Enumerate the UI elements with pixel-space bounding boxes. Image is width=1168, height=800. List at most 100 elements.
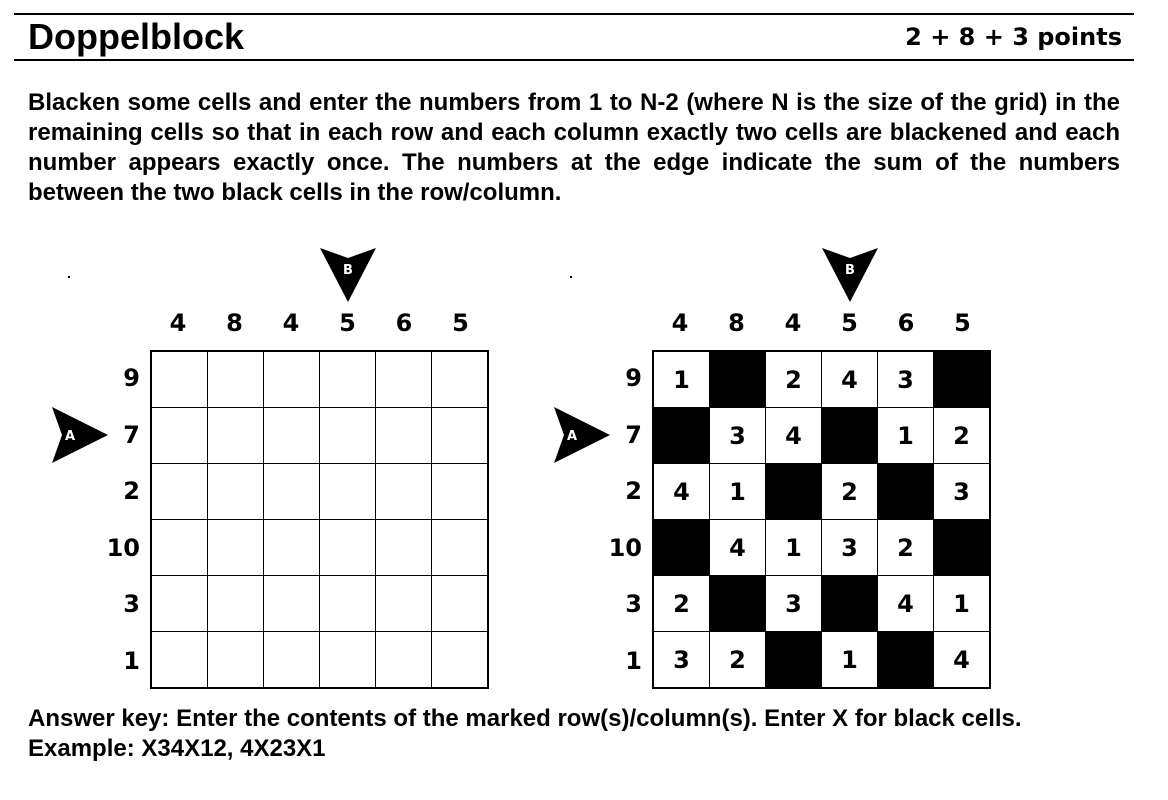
- number-cell: 1: [765, 519, 822, 576]
- empty-cell[interactable]: [207, 463, 264, 520]
- empty-cell[interactable]: [207, 350, 264, 408]
- empty-cell[interactable]: [319, 575, 376, 632]
- empty-cell[interactable]: [375, 350, 432, 408]
- grid-row: [150, 575, 489, 632]
- black-cell: [821, 407, 878, 464]
- black-cell: [933, 519, 991, 576]
- empty-cell[interactable]: [319, 407, 376, 464]
- black-cell: [933, 350, 991, 408]
- empty-cell[interactable]: [431, 407, 489, 464]
- number-cell: 2: [877, 519, 934, 576]
- number-cell: 2: [765, 350, 822, 408]
- column-clue: 4: [671, 309, 689, 337]
- black-cell: [709, 575, 766, 632]
- number-cell: 1: [877, 407, 934, 464]
- empty-cell[interactable]: [263, 407, 320, 464]
- number-cell: 3: [765, 575, 822, 632]
- top-rule: [14, 13, 1134, 15]
- empty-cell[interactable]: [375, 407, 432, 464]
- column-clue: 5: [954, 309, 971, 337]
- number-cell: 3: [821, 519, 878, 576]
- number-cell: 3: [933, 463, 991, 520]
- number-cell: 1: [709, 463, 766, 520]
- number-cell: 4: [652, 463, 710, 520]
- column-clue: 8: [728, 309, 745, 337]
- points-label: 2 + 8 + 3 points: [905, 23, 1122, 51]
- empty-cell[interactable]: [263, 519, 320, 576]
- svg-text:A: A: [65, 429, 75, 444]
- row-clue: 2: [123, 477, 140, 505]
- row-clue: 3: [625, 590, 642, 618]
- grid-row: 1243: [652, 350, 991, 408]
- answer-key-example: Example: X34X12, 4X23X1: [28, 735, 326, 762]
- empty-cell[interactable]: [375, 575, 432, 632]
- empty-cell[interactable]: [150, 519, 208, 576]
- empty-cell[interactable]: [263, 350, 320, 408]
- empty-cell[interactable]: [319, 463, 376, 520]
- number-cell: 2: [709, 631, 766, 689]
- number-cell: 2: [933, 407, 991, 464]
- answer-key-instruction: Answer key: Enter the contents of the ma…: [28, 705, 1022, 732]
- empty-cell[interactable]: [207, 407, 264, 464]
- row-clue: 2: [625, 477, 642, 505]
- row-clue: 9: [625, 364, 642, 392]
- empty-cell[interactable]: [431, 631, 489, 689]
- empty-cell[interactable]: [431, 350, 489, 408]
- empty-cell[interactable]: [319, 519, 376, 576]
- black-cell: [765, 463, 822, 520]
- black-cell: [877, 631, 934, 689]
- black-cell: [765, 631, 822, 689]
- grid-row: 4132: [652, 519, 991, 576]
- column-clue: 5: [339, 309, 356, 337]
- empty-cell[interactable]: [150, 350, 208, 408]
- empty-cell[interactable]: [150, 463, 208, 520]
- empty-cell[interactable]: [375, 463, 432, 520]
- row-clue: 1: [625, 646, 642, 675]
- grid-row: 2341: [652, 575, 991, 632]
- column-clue: 6: [897, 309, 915, 337]
- empty-cell[interactable]: [150, 575, 208, 632]
- empty-cell[interactable]: [375, 519, 432, 576]
- solved-puzzle: B A 4 8 4 5 6 5 9 7 2 10 3 1 1 2 4 3 3 4 1 2 4 1 2 3 4 1 3 2 2 3 4 1 3 2 1 4: [552, 240, 1032, 700]
- empty-cell[interactable]: [207, 519, 264, 576]
- row-clue: 7: [123, 420, 140, 449]
- empty-cell[interactable]: [319, 350, 376, 408]
- empty-cell[interactable]: [431, 519, 489, 576]
- number-cell: 2: [652, 575, 710, 632]
- column-clue: 5: [841, 309, 858, 337]
- empty-cell[interactable]: [150, 407, 208, 464]
- svg-text:A: A: [567, 429, 577, 444]
- grid-row: [150, 350, 489, 408]
- column-clue: 4: [282, 309, 300, 337]
- number-cell: 4: [877, 575, 934, 632]
- grid-row: 3412: [652, 407, 991, 464]
- column-clue: 6: [395, 309, 413, 337]
- svg-text:B: B: [343, 263, 353, 278]
- black-cell: [652, 519, 710, 576]
- number-cell: 1: [933, 575, 991, 632]
- empty-cell[interactable]: [263, 575, 320, 632]
- empty-cell[interactable]: [263, 463, 320, 520]
- column-marker-b-icon: B: [319, 248, 376, 302]
- empty-cell[interactable]: [319, 631, 376, 689]
- number-cell: 1: [652, 350, 710, 408]
- number-cell: 2: [821, 463, 878, 520]
- empty-cell[interactable]: [207, 631, 264, 689]
- puzzle-grid: [150, 350, 489, 689]
- empty-cell[interactable]: [375, 631, 432, 689]
- empty-cell[interactable]: [263, 631, 320, 689]
- empty-cell[interactable]: [431, 463, 489, 520]
- empty-cell[interactable]: [150, 631, 208, 689]
- empty-cell[interactable]: [207, 575, 264, 632]
- black-cell: [877, 463, 934, 520]
- instructions: Blacken some cells and enter the numbers…: [28, 89, 1120, 206]
- row-clue: 10: [106, 533, 140, 562]
- grid-row: [150, 519, 489, 576]
- number-cell: 4: [765, 407, 822, 464]
- solution-grid: 124334124123413223413214: [652, 350, 991, 689]
- column-clue: 4: [784, 309, 802, 337]
- page-title: Doppelblock: [28, 16, 245, 57]
- empty-cell[interactable]: [431, 575, 489, 632]
- number-cell: 3: [652, 631, 710, 689]
- column-clue: 4: [169, 309, 187, 337]
